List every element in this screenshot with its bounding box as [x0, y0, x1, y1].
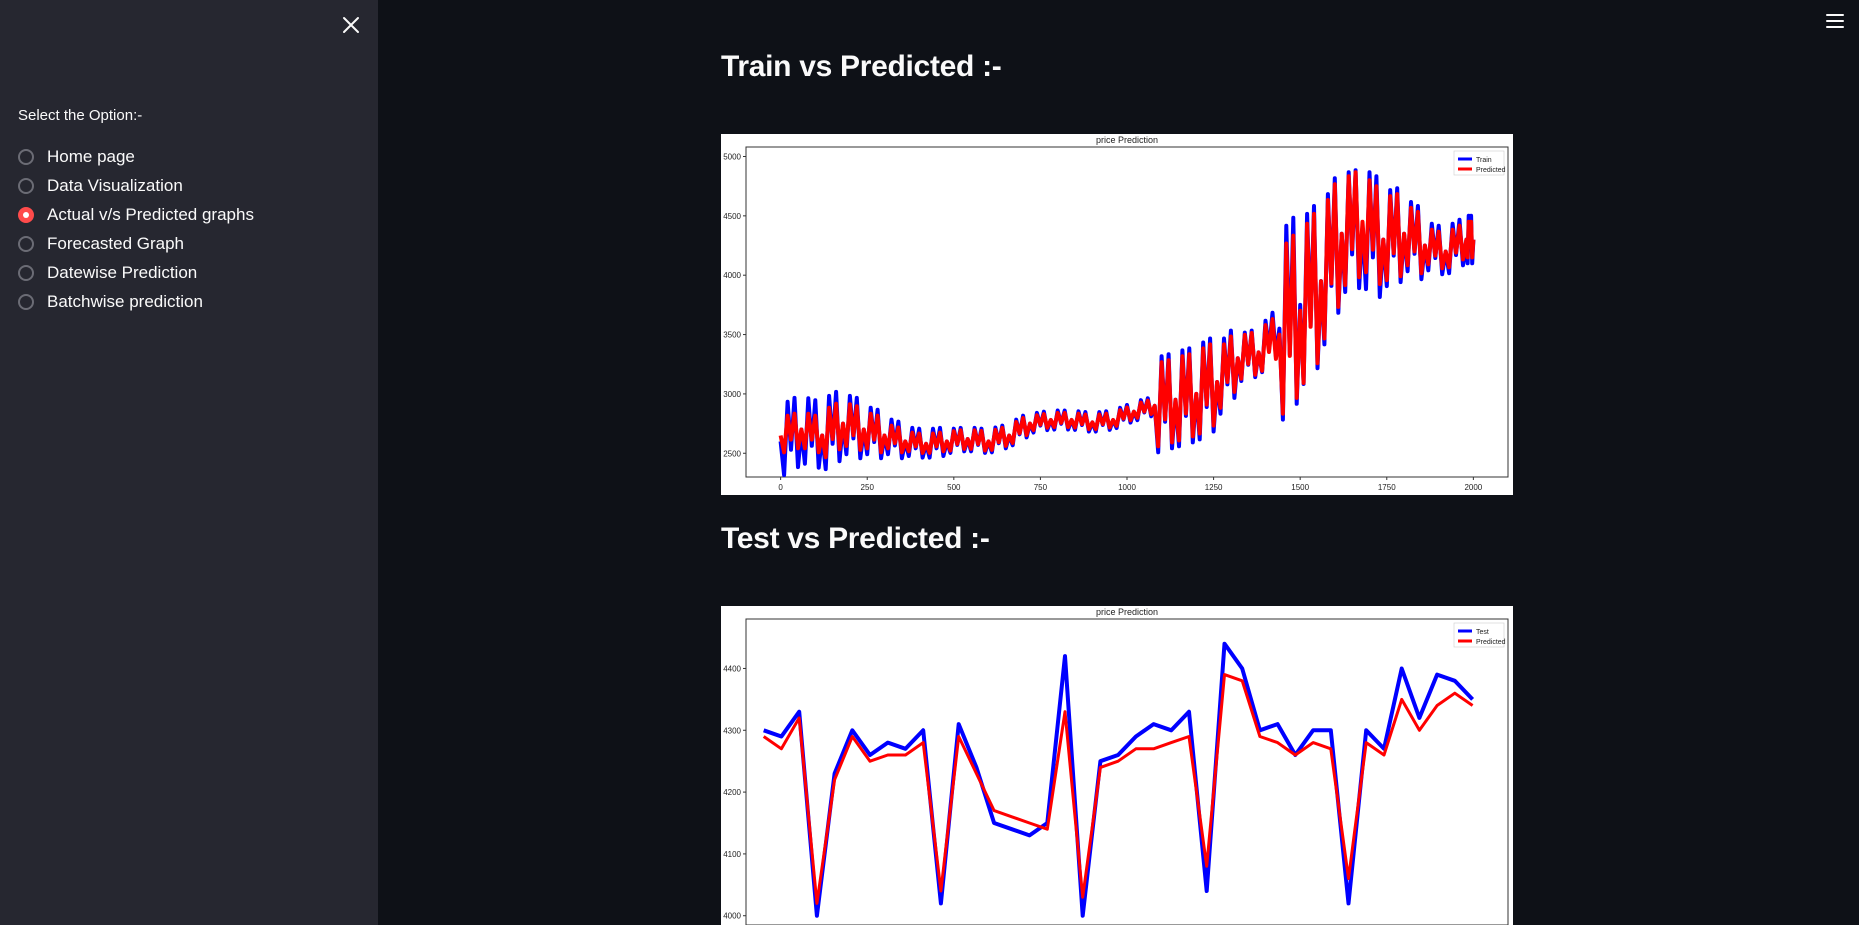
radio-datewise-prediction[interactable]: Datewise Prediction	[18, 258, 254, 287]
radio-forecasted-graph[interactable]: Forecasted Graph	[18, 229, 254, 258]
hamburger-menu-icon	[1826, 20, 1844, 22]
x-tick-label: 250	[861, 483, 875, 492]
series-line-predicted	[778, 170, 1476, 460]
radio-circle[interactable]	[18, 293, 34, 310]
train-chart: price Prediction 2500 3000 3500 4000 4500 5000…	[721, 134, 1513, 495]
radio-data-visualization[interactable]: Data Visualization	[18, 171, 254, 200]
radio-label[interactable]: Data Visualization	[47, 176, 183, 196]
radio-home-page[interactable]: Home page	[18, 142, 254, 171]
radio-label[interactable]: Actual v/s Predicted graphs	[47, 205, 254, 225]
main-menu-button[interactable]	[1822, 10, 1850, 32]
sidebar: Select the Option:- Home page Data Visua…	[0, 0, 378, 925]
legend-label: Predicted	[1476, 167, 1506, 174]
hamburger-menu-icon	[1826, 14, 1844, 16]
legend-label: Test	[1476, 629, 1489, 636]
series-line-predicted	[762, 673, 1474, 905]
chart-title: price Prediction	[1096, 135, 1158, 145]
x-tick-label: 750	[1034, 483, 1048, 492]
test-section-title: Test vs Predicted :-	[721, 522, 990, 555]
test-chart-svg: price Prediction 4000 4100 4200 4300 4400 Test…	[723, 607, 1509, 925]
y-tick-label: 5000	[723, 152, 741, 161]
hamburger-menu-icon	[1826, 26, 1844, 28]
x-tick-label: 0	[778, 483, 783, 492]
option-label: Select the Option:-	[18, 107, 143, 124]
x-tick-label: 1000	[1118, 483, 1136, 492]
close-sidebar-button[interactable]	[336, 10, 366, 40]
radio-circle[interactable]	[18, 177, 34, 194]
radio-label[interactable]: Datewise Prediction	[47, 263, 197, 283]
radio-label[interactable]: Home page	[47, 147, 135, 167]
x-tick-label: 1750	[1378, 483, 1396, 492]
radio-label[interactable]: Forecasted Graph	[47, 234, 184, 254]
y-tick-label: 4100	[723, 850, 741, 859]
train-section-title: Train vs Predicted :-	[721, 50, 1002, 83]
option-radio-group: Home page Data Visualization Actual v/s …	[18, 142, 254, 316]
y-tick-label: 3500	[723, 331, 741, 340]
radio-batchwise-prediction[interactable]: Batchwise prediction	[18, 287, 254, 316]
y-tick-label: 4500	[723, 212, 741, 221]
x-tick-label: 500	[947, 483, 961, 492]
radio-circle-selected[interactable]	[18, 206, 34, 223]
close-icon	[343, 17, 359, 33]
radio-actual-vs-predicted[interactable]: Actual v/s Predicted graphs	[18, 200, 254, 229]
y-tick-label: 4000	[723, 271, 741, 280]
legend-label: Train	[1476, 157, 1492, 164]
y-tick-label: 2500	[723, 449, 741, 458]
test-chart: price Prediction 4000 4100 4200 4300 4400 Test…	[721, 606, 1513, 925]
radio-circle[interactable]	[18, 148, 34, 165]
y-tick-label: 4300	[723, 726, 741, 735]
x-tick-label: 2000	[1464, 483, 1482, 492]
legend-label: Predicted	[1476, 639, 1506, 646]
radio-circle[interactable]	[18, 264, 34, 281]
chart-title: price Prediction	[1096, 607, 1158, 617]
plot-frame	[745, 618, 1509, 925]
series-line-test	[763, 641, 1475, 918]
y-tick-label: 3000	[723, 390, 741, 399]
y-tick-label: 4200	[723, 788, 741, 797]
y-tick-label: 4400	[723, 664, 741, 673]
x-tick-label: 1250	[1205, 483, 1223, 492]
radio-label[interactable]: Batchwise prediction	[47, 292, 203, 312]
x-tick-label: 1500	[1291, 483, 1309, 492]
train-chart-svg: price Prediction250030003500400045005000…	[723, 135, 1509, 492]
radio-circle[interactable]	[18, 235, 34, 252]
y-tick-label: 4000	[723, 912, 741, 921]
